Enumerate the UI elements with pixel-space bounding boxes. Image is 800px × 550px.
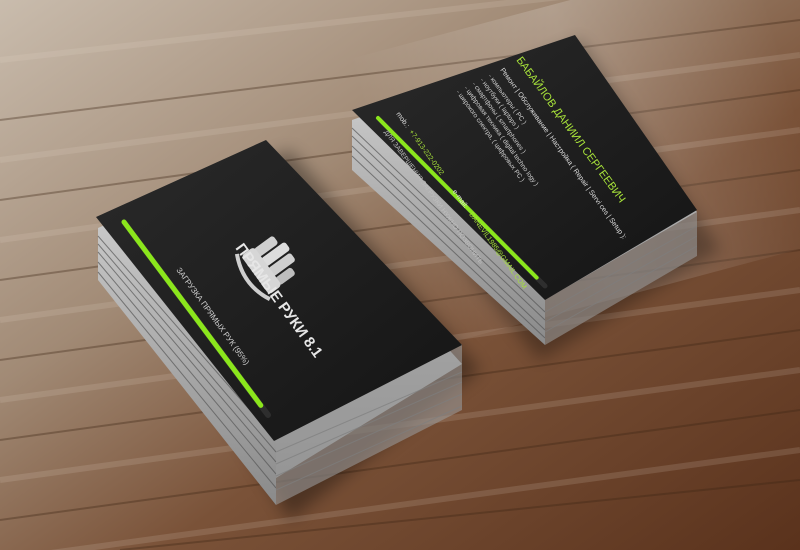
business-cards-photo: ПРЯМЫЕ РУКИ 8.1 ЗАГРУЗКА ПРЯМЫХ РУК (95%… bbox=[0, 0, 800, 550]
